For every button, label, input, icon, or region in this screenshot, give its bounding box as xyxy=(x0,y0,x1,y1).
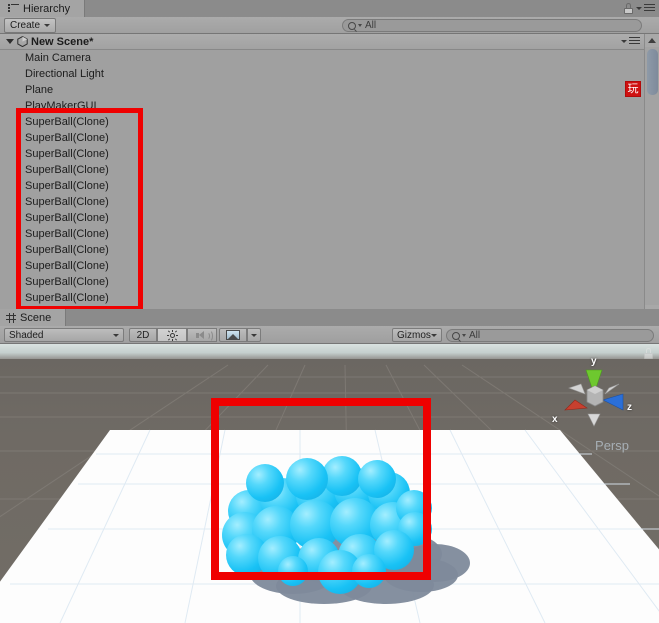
toggle-2d-button[interactable]: 2D xyxy=(129,328,157,342)
scene-options-menu-icon[interactable] xyxy=(621,37,640,46)
hierarchy-panel-menu-icon[interactable] xyxy=(636,4,655,13)
view-lock-icon[interactable] xyxy=(644,348,653,359)
scene-search-placeholder: All xyxy=(469,330,481,341)
effects-dropdown-button[interactable] xyxy=(247,328,261,342)
hierarchy-row-label: SuperBall(Clone) xyxy=(25,244,109,256)
hierarchy-panel: Hierarchy Create All New Scene* Main Cam… xyxy=(0,0,659,318)
hierarchy-row-label: SuperBall(Clone) xyxy=(25,164,109,176)
search-icon xyxy=(452,331,460,340)
unity-editor-window: Hierarchy Create All New Scene* Main Cam… xyxy=(0,0,659,623)
create-button[interactable]: Create xyxy=(4,18,57,33)
hierarchy-row-label: SuperBall(Clone) xyxy=(25,148,109,160)
image-effects-icon xyxy=(226,330,240,340)
hierarchy-toolbar: Create All xyxy=(0,17,659,34)
hierarchy-row[interactable]: Plane xyxy=(0,82,644,98)
scene-viewport[interactable]: y x z Persp xyxy=(0,344,659,623)
hierarchy-row-label: SuperBall(Clone) xyxy=(25,276,109,288)
hierarchy-row[interactable]: Directional Light xyxy=(0,66,644,82)
hierarchy-row[interactable]: SuperBall(Clone) xyxy=(0,146,644,162)
chevron-down-icon xyxy=(621,40,627,43)
hierarchy-row[interactable]: SuperBall(Clone) xyxy=(0,210,644,226)
gizmos-label: Gizmos xyxy=(397,329,431,341)
toggle-effects-button[interactable] xyxy=(219,328,247,342)
toggle-audio-button[interactable] xyxy=(187,328,217,342)
status-badge[interactable]: 玩 xyxy=(625,81,641,97)
hierarchy-row[interactable]: PlayMakerGUI xyxy=(0,98,644,114)
lock-body xyxy=(624,8,633,14)
hierarchy-row-label: SuperBall(Clone) xyxy=(25,196,109,208)
tab-scene-label: Scene xyxy=(20,311,52,324)
hierarchy-row[interactable]: SuperBall(Clone) xyxy=(0,194,644,210)
chevron-down-icon xyxy=(358,24,362,27)
hierarchy-scene-root[interactable]: New Scene* xyxy=(0,34,644,50)
scene-axis-gizmo[interactable]: y x z xyxy=(552,356,635,438)
draw-mode-dropdown[interactable]: Shaded xyxy=(4,328,124,342)
scroll-up-arrow-icon[interactable] xyxy=(645,34,659,47)
toggle-lighting-button[interactable] xyxy=(157,328,187,342)
hierarchy-search-placeholder: All xyxy=(365,20,377,31)
speaker-mute-icon xyxy=(195,329,213,342)
chevron-down-icon xyxy=(251,333,257,337)
hierarchy-row-label: Plane xyxy=(25,84,54,96)
chevron-down-icon xyxy=(113,333,119,337)
gizmo-axes xyxy=(564,369,624,427)
gizmos-dropdown-button[interactable]: Gizmos xyxy=(392,328,442,342)
scene-grid-icon xyxy=(6,312,16,323)
hierarchy-row[interactable]: SuperBall(Clone) xyxy=(0,258,644,274)
hierarchy-tabbar: Hierarchy xyxy=(0,0,659,18)
hierarchy-row-label: PlayMakerGUI xyxy=(25,100,97,112)
hierarchy-row[interactable]: SuperBall(Clone) xyxy=(0,226,644,242)
scene-panel: Scene Shaded 2D Gizmos All y x z Persp xyxy=(0,309,659,623)
scrollbar-thumb[interactable] xyxy=(647,49,658,95)
hierarchy-row[interactable]: SuperBall(Clone) xyxy=(0,290,644,306)
sun-icon xyxy=(166,329,178,341)
chevron-down-icon xyxy=(636,7,642,10)
unity-scene-icon xyxy=(17,36,28,47)
hierarchy-list-icon xyxy=(8,4,19,13)
hierarchy-row-label: SuperBall(Clone) xyxy=(25,132,109,144)
hierarchy-row-label: SuperBall(Clone) xyxy=(25,180,109,192)
lock-icon[interactable] xyxy=(624,3,633,14)
chevron-down-icon xyxy=(44,24,51,27)
toggle-2d-label: 2D xyxy=(136,329,150,341)
hierarchy-rows-container: Main Camera Directional Light Plane PlayMak… xyxy=(0,50,644,306)
draw-mode-label: Shaded xyxy=(9,329,44,341)
foldout-expanded-icon[interactable] xyxy=(6,39,14,44)
chevron-down-icon xyxy=(462,334,466,337)
hierarchy-row[interactable]: SuperBall(Clone) xyxy=(0,178,644,194)
hierarchy-row[interactable]: SuperBall(Clone) xyxy=(0,130,644,146)
create-button-label: Create xyxy=(10,20,41,31)
hierarchy-row-label: SuperBall(Clone) xyxy=(25,292,109,304)
superball-cluster[interactable] xyxy=(222,454,432,594)
hierarchy-scrollbar[interactable] xyxy=(644,34,659,318)
scene-toolbar: Shaded 2D Gizmos All xyxy=(0,326,659,344)
menu-lines-icon xyxy=(629,37,640,46)
hierarchy-row[interactable]: SuperBall(Clone) xyxy=(0,274,644,290)
hierarchy-search-input[interactable]: All xyxy=(342,19,642,32)
tab-scene[interactable]: Scene xyxy=(0,309,67,326)
hierarchy-row-label: SuperBall(Clone) xyxy=(25,228,109,240)
search-icon xyxy=(348,21,356,30)
hierarchy-row-label: SuperBall(Clone) xyxy=(25,212,109,224)
hierarchy-row[interactable]: SuperBall(Clone) xyxy=(0,114,644,130)
chevron-down-icon xyxy=(431,333,437,337)
hierarchy-row-label: Main Camera xyxy=(25,52,92,64)
hierarchy-tree[interactable]: New Scene* Main Camera Directional Light P… xyxy=(0,34,644,318)
hierarchy-row-label: SuperBall(Clone) xyxy=(25,116,109,128)
scene-tabbar: Scene xyxy=(0,309,659,327)
hierarchy-scene-root-label: New Scene* xyxy=(31,35,94,48)
hierarchy-row[interactable]: SuperBall(Clone) xyxy=(0,162,644,178)
tab-hierarchy-label: Hierarchy xyxy=(23,2,71,15)
menu-lines-icon xyxy=(644,4,655,13)
scene-search-input[interactable]: All xyxy=(446,329,654,342)
gizmo-mode-label[interactable]: Persp xyxy=(595,438,629,453)
hierarchy-row-label: Directional Light xyxy=(25,68,104,80)
hierarchy-row[interactable]: SuperBall(Clone) xyxy=(0,242,644,258)
tab-hierarchy[interactable]: Hierarchy xyxy=(0,0,86,17)
hierarchy-row[interactable]: Main Camera xyxy=(0,50,644,66)
hierarchy-row-label: SuperBall(Clone) xyxy=(25,260,109,272)
